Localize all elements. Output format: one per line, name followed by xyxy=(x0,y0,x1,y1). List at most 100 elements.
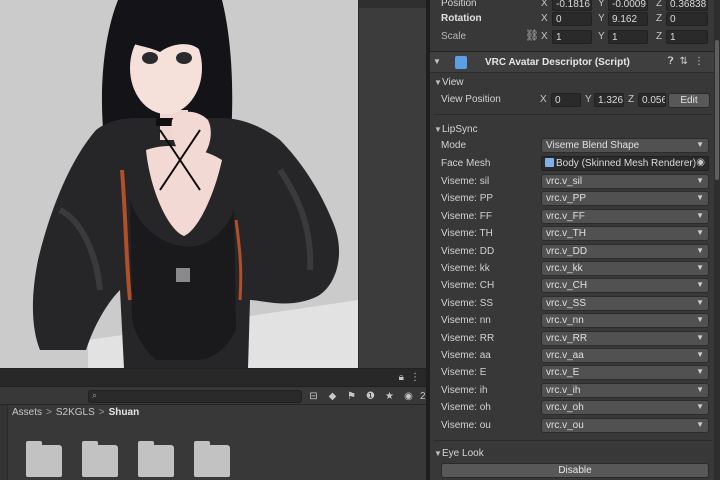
viseme-value: vrc.v_CH xyxy=(546,280,588,292)
preset-icon[interactable]: ⇅ xyxy=(680,56,688,67)
viseme-dropdown[interactable]: vrc.v_PP ▼ xyxy=(541,191,709,207)
axis-x-label: X xyxy=(541,31,548,42)
eyelook-section-header[interactable]: ▼ Eye Look xyxy=(430,445,714,463)
rotation-y-field[interactable]: 9.162 xyxy=(608,12,648,26)
viseme-dropdown[interactable]: vrc.v_SS ▼ xyxy=(541,295,709,311)
view-position-z-field[interactable]: 0.056 xyxy=(638,93,666,107)
viseme-label: Viseme: FF xyxy=(441,210,492,222)
viseme-value: vrc.v_FF xyxy=(546,210,585,222)
viseme-row: Viseme: DD vrc.v_DD ▼ xyxy=(430,243,714,261)
hidden-packages-icon[interactable]: ◉ xyxy=(401,389,416,403)
info-icon[interactable]: ❶ xyxy=(363,389,378,403)
viseme-value: vrc.v_E xyxy=(546,367,580,379)
lock-icon[interactable]: 🔒︎ xyxy=(399,372,404,383)
breadcrumb-separator: > xyxy=(98,407,105,418)
view-section-header[interactable]: ▼ View xyxy=(430,74,714,92)
project-folder-tree[interactable] xyxy=(0,405,8,480)
folder-icon[interactable] xyxy=(82,441,118,477)
chevron-down-icon: ▼ xyxy=(696,419,704,429)
viseme-dropdown[interactable]: vrc.v_E ▼ xyxy=(541,365,709,381)
face-mesh-value: Body (Skinned Mesh Renderer) xyxy=(556,158,697,169)
chevron-down-icon: ▼ xyxy=(696,402,704,412)
chevron-down-icon: ▼ xyxy=(696,384,704,394)
axis-z-label: Z xyxy=(656,0,663,9)
inspector-scrollbar[interactable] xyxy=(714,0,720,480)
folder-icon[interactable] xyxy=(138,441,174,477)
viseme-label: Viseme: kk xyxy=(441,263,490,274)
scrollbar-thumb[interactable] xyxy=(715,40,719,180)
face-mesh-label: Face Mesh xyxy=(441,158,491,169)
scene-viewport[interactable] xyxy=(0,0,358,368)
viseme-dropdown[interactable]: vrc.v_oh ▼ xyxy=(541,400,709,416)
viseme-dropdown[interactable]: vrc.v_aa ▼ xyxy=(541,348,709,363)
face-mesh-row: Face Mesh Body (Skinned Mesh Renderer) ◉ xyxy=(430,155,714,173)
breadcrumb-s2kgls[interactable]: S2KGLS xyxy=(56,407,95,418)
foldout-arrow-icon[interactable]: ▼ xyxy=(434,449,442,458)
object-picker-icon[interactable]: ◉ xyxy=(696,157,705,168)
face-mesh-field[interactable]: Body (Skinned Mesh Renderer) ◉ xyxy=(541,156,709,171)
viseme-row: Viseme: aa vrc.v_aa ▼ xyxy=(430,347,714,365)
search-by-label-icon[interactable]: ◆ xyxy=(325,389,340,403)
position-label: Position xyxy=(441,0,477,9)
more-icon[interactable]: ⋮ xyxy=(694,56,704,67)
avatar-render xyxy=(32,0,358,368)
viseme-dropdown[interactable]: vrc.v_CH ▼ xyxy=(541,278,709,294)
component-header[interactable]: ▼ VRC Avatar Descriptor (Script) ❓︎ ⇅ ⋮ xyxy=(430,51,714,73)
more-menu-icon[interactable]: ⋮ xyxy=(410,372,420,383)
viseme-dropdown[interactable]: vrc.v_FF ▼ xyxy=(541,208,709,224)
scene-toolbar-strip xyxy=(358,0,427,368)
viseme-dropdown[interactable]: vrc.v_nn ▼ xyxy=(541,313,709,329)
foldout-arrow-icon[interactable]: ▼ xyxy=(433,57,441,66)
search-by-type-icon[interactable]: ⊟ xyxy=(306,389,321,403)
favorite-star-icon[interactable]: ★ xyxy=(382,389,397,403)
scale-y-field[interactable]: 1 xyxy=(608,30,648,44)
viseme-dropdown[interactable]: vrc.v_RR ▼ xyxy=(541,330,709,346)
mode-value: Viseme Blend Shape xyxy=(546,140,640,151)
viseme-dropdown[interactable]: vrc.v_ou ▼ xyxy=(541,417,709,433)
view-section-title: View xyxy=(442,77,464,88)
viseme-label: Viseme: oh xyxy=(441,402,491,414)
chevron-down-icon: ▼ xyxy=(696,280,704,290)
breadcrumb-separator: > xyxy=(46,407,52,418)
viseme-dropdown[interactable]: vrc.v_kk ▼ xyxy=(541,261,709,276)
toolbar-bar xyxy=(359,0,427,8)
edit-view-button[interactable]: Edit xyxy=(668,93,710,108)
viseme-row: Viseme: E vrc.v_E ▼ xyxy=(430,364,714,382)
constrain-proportions-icon[interactable]: ⛓ xyxy=(525,29,539,42)
asset-grid xyxy=(26,441,230,477)
rotation-z-field[interactable]: 0 xyxy=(666,12,708,26)
project-toolbar: ⌕ ⊟ ◆ ⚑ ❶ ★ ◉ 22 xyxy=(0,387,431,405)
view-position-y-field[interactable]: 1.3268 xyxy=(594,93,624,107)
foldout-arrow-icon[interactable]: ▼ xyxy=(434,78,442,87)
viseme-dropdown[interactable]: vrc.v_ih ▼ xyxy=(541,382,709,398)
rotation-x-field[interactable]: 0 xyxy=(552,12,592,26)
eyelook-disable-button[interactable]: Disable xyxy=(441,463,709,478)
foldout-arrow-icon[interactable]: ▼ xyxy=(434,125,442,134)
section-divider xyxy=(434,440,712,441)
breadcrumb-assets[interactable]: Assets xyxy=(12,407,42,418)
viseme-dropdown[interactable]: vrc.v_DD ▼ xyxy=(541,243,709,259)
viseme-label: Viseme: sil xyxy=(441,176,490,187)
folder-icon[interactable] xyxy=(194,441,230,477)
chevron-down-icon: ▼ xyxy=(696,263,704,272)
viseme-dropdown[interactable]: vrc.v_sil ▼ xyxy=(541,174,709,189)
breadcrumb-shuan[interactable]: Shuan xyxy=(109,407,140,418)
save-search-icon[interactable]: ⚑ xyxy=(344,389,359,403)
chevron-down-icon: ▼ xyxy=(696,193,704,203)
scale-x-field[interactable]: 1 xyxy=(552,30,592,44)
view-position-x-field[interactable]: 0 xyxy=(551,93,581,107)
viseme-value: vrc.v_nn xyxy=(546,315,584,327)
project-search-input[interactable]: ⌕ xyxy=(88,390,302,403)
viseme-row: Viseme: FF vrc.v_FF ▼ xyxy=(430,208,714,226)
mode-label: Mode xyxy=(441,140,467,151)
viseme-label: Viseme: TH xyxy=(441,228,493,240)
mode-dropdown[interactable]: Viseme Blend Shape ▼ xyxy=(541,138,709,153)
folder-icon[interactable] xyxy=(26,441,62,477)
help-icon[interactable]: ❓︎ xyxy=(668,56,674,67)
viseme-label: Viseme: aa xyxy=(441,350,491,361)
viseme-row: Viseme: oh vrc.v_oh ▼ xyxy=(430,399,714,417)
viseme-value: vrc.v_kk xyxy=(546,263,583,274)
skinned-mesh-icon xyxy=(545,158,554,167)
scale-z-field[interactable]: 1 xyxy=(666,30,708,44)
viseme-dropdown[interactable]: vrc.v_TH ▼ xyxy=(541,226,709,242)
